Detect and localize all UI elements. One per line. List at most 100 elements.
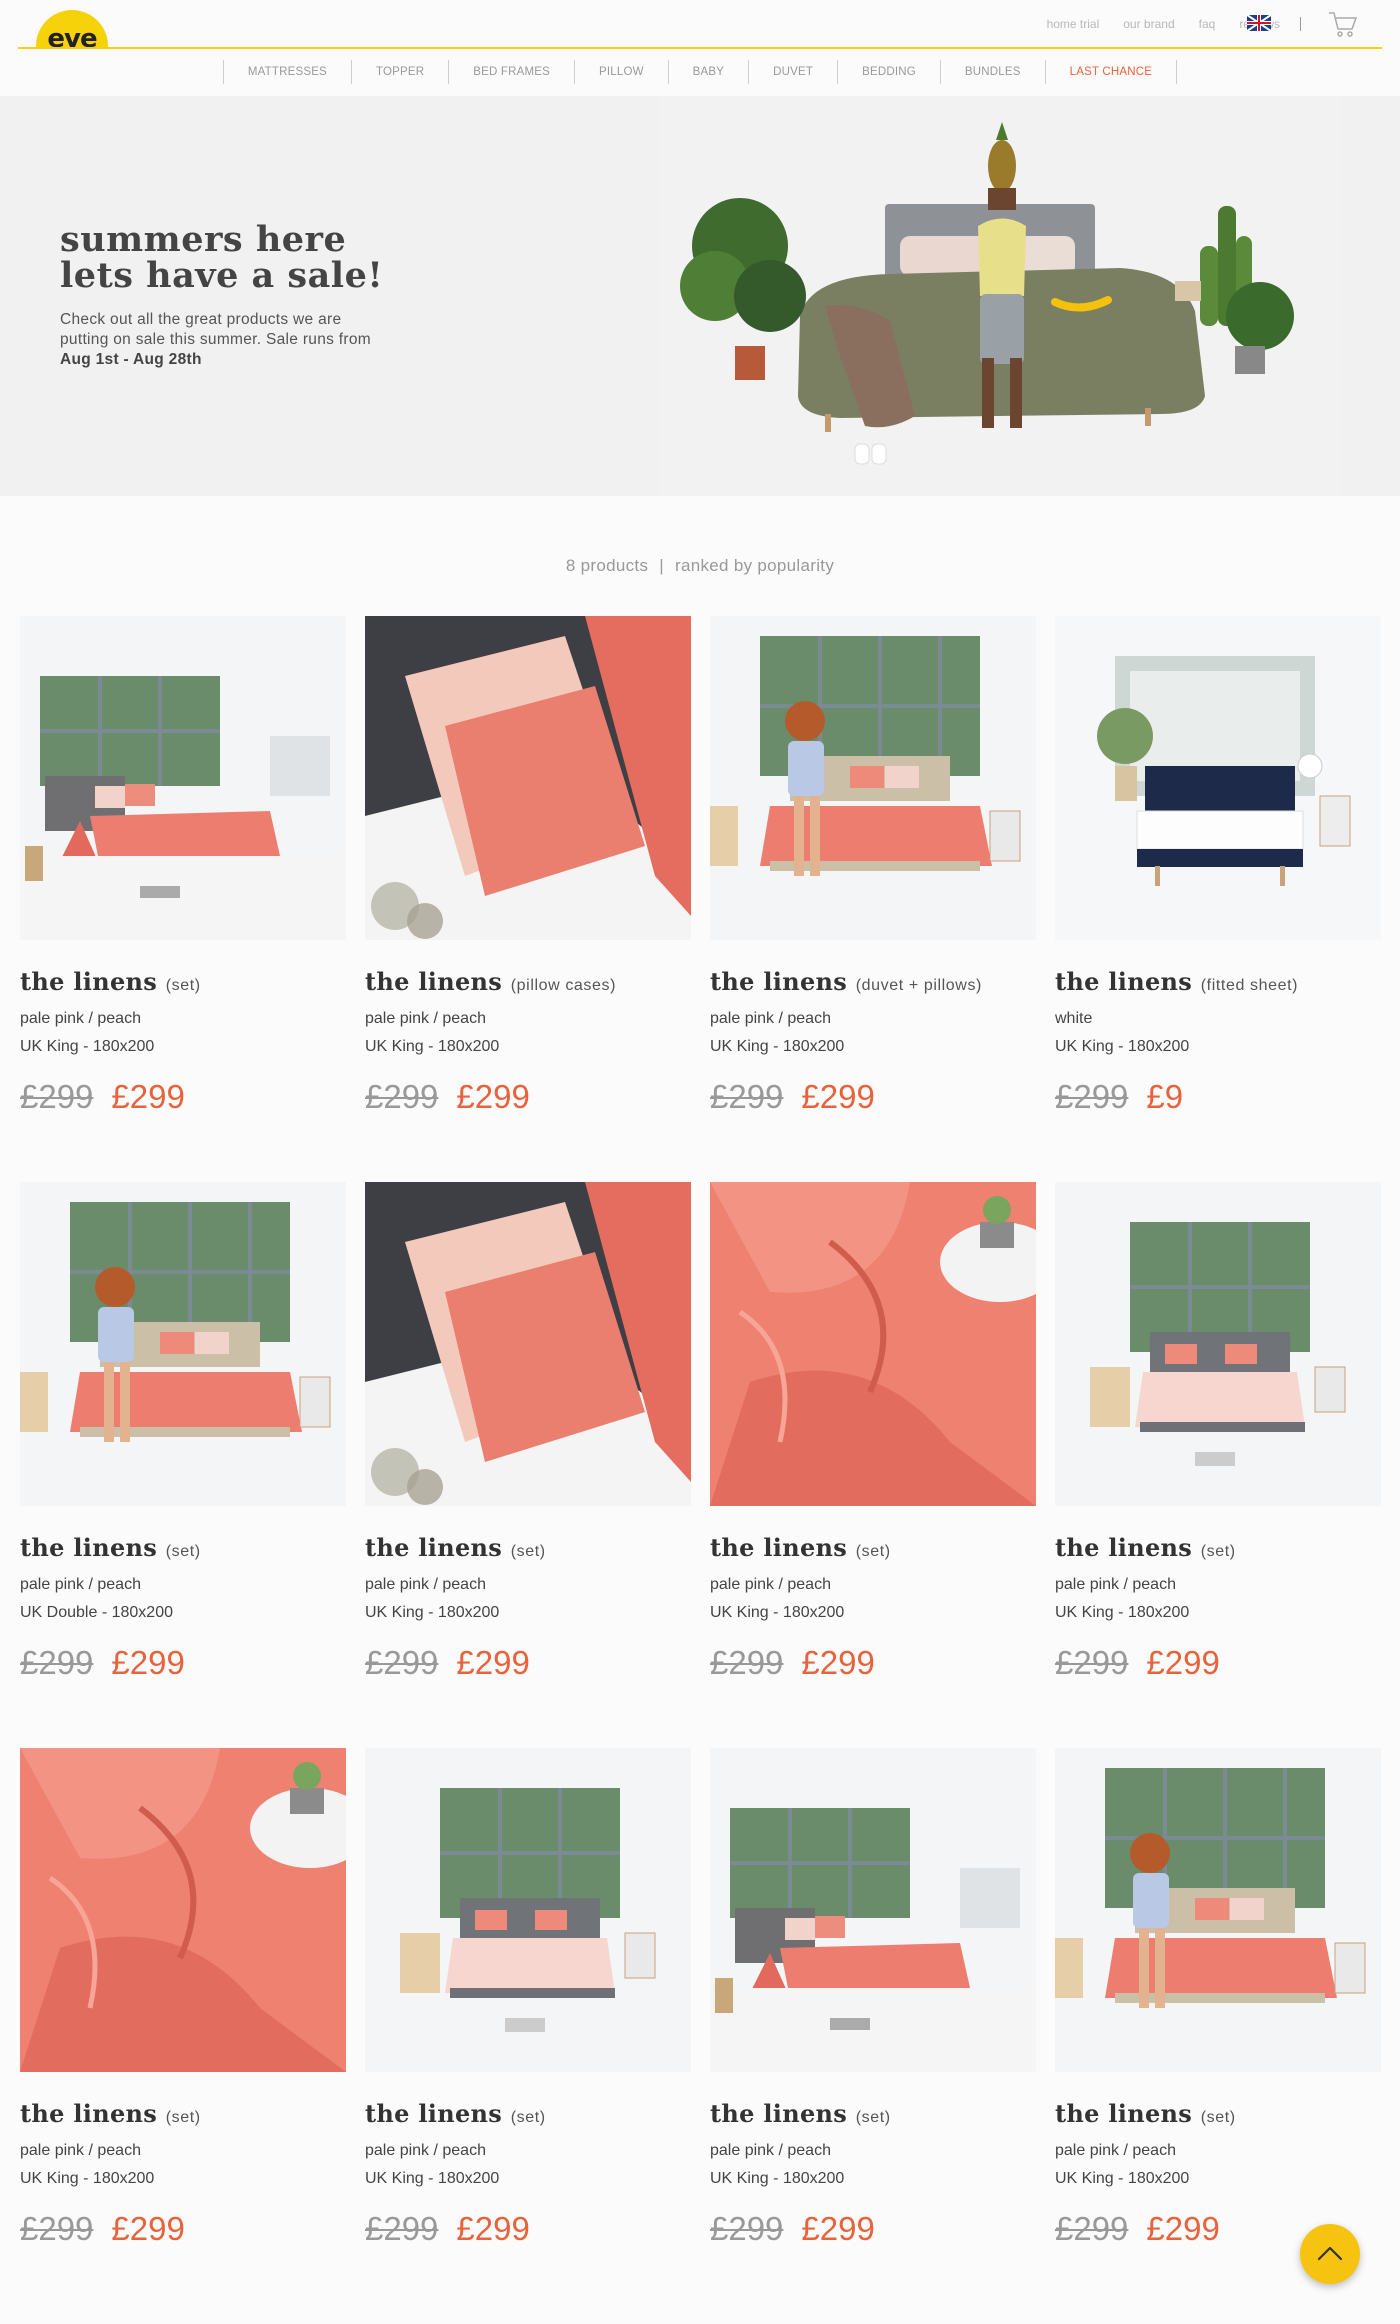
product-image[interactable] — [1055, 1182, 1381, 1506]
product-prices: £299 £299 — [365, 1644, 691, 1682]
sale-price: £299 — [456, 2210, 530, 2247]
sale-price: £299 — [456, 1644, 530, 1681]
product-variant: (set) — [855, 2109, 891, 2126]
product-title[interactable]: the linens (set) — [710, 2099, 1036, 2128]
hero-description: Check out all the great products we are … — [60, 310, 390, 370]
nav-pillow[interactable]: PILLOW — [573, 60, 668, 84]
nav-last-chance[interactable]: LAST CHANCE — [1044, 60, 1178, 84]
product-name: the linens — [20, 967, 158, 996]
product-card[interactable]: the linens (pillow cases) pale pink / pe… — [365, 616, 691, 1116]
nav-baby[interactable]: BABY — [667, 60, 748, 84]
product-title[interactable]: the linens (pillow cases) — [365, 967, 691, 996]
nav-bundles[interactable]: BUNDLES — [939, 60, 1045, 84]
product-name: the linens — [710, 967, 848, 996]
product-size: UK Double - 180x200 — [20, 1604, 173, 1621]
product-prices: £299 £299 — [20, 1078, 346, 1116]
product-size: UK King - 180x200 — [710, 1604, 845, 1621]
brand-logo[interactable]: eve — [36, 10, 108, 48]
nav-bed-frames[interactable]: BED FRAMES — [448, 60, 574, 84]
link-faq[interactable]: faq — [1199, 17, 1216, 31]
sort-order[interactable]: ranked by popularity — [675, 556, 834, 575]
product-size: UK King - 180x200 — [1055, 1604, 1190, 1621]
product-image[interactable] — [20, 616, 346, 940]
product-color: pale pink / peach — [20, 1576, 141, 1593]
product-variant: (pillow cases) — [510, 977, 617, 994]
product-image[interactable] — [20, 1748, 370, 2072]
product-image[interactable] — [1055, 616, 1381, 940]
product-title[interactable]: the linens (set) — [1055, 2099, 1381, 2128]
product-card[interactable]: the linens (set) pale pink / peach UK Ki… — [1055, 1748, 1381, 2248]
scroll-to-top-button[interactable] — [1300, 2224, 1360, 2284]
product-name: the linens — [365, 1533, 503, 1562]
nav-duvet[interactable]: DUVET — [748, 60, 837, 84]
product-count: 8 products — [565, 556, 649, 575]
product-image[interactable] — [365, 616, 691, 940]
product-image[interactable] — [710, 1182, 1060, 1506]
product-color: pale pink / peach — [1055, 1576, 1176, 1593]
uk-flag-icon[interactable] — [1247, 15, 1271, 31]
product-image[interactable] — [365, 1748, 691, 2072]
product-prices: £299 £299 — [710, 2210, 1036, 2248]
sale-price: £299 — [456, 1078, 530, 1115]
product-size: UK King - 180x200 — [20, 2170, 155, 2187]
product-variant: (set) — [1200, 1543, 1236, 1560]
product-title[interactable]: the linens (set) — [20, 967, 346, 996]
product-variant: (fitted sheet) — [1200, 977, 1299, 994]
original-price: £299 — [20, 1078, 94, 1115]
product-card[interactable]: the linens (set) pale pink / peach UK Ki… — [710, 1748, 1036, 2248]
product-image[interactable] — [710, 616, 1036, 940]
product-card[interactable]: the linens (fitted sheet) white UK King … — [1055, 616, 1381, 1116]
link-home-trial[interactable]: home trial — [1047, 17, 1100, 31]
sale-price: £299 — [111, 1644, 185, 1681]
product-image[interactable] — [710, 1748, 1036, 2072]
product-title[interactable]: the linens (set) — [365, 1533, 691, 1562]
product-card[interactable]: the linens (set) pale pink / peach UK Ki… — [710, 1182, 1060, 1682]
product-color: pale pink / peach — [710, 1010, 831, 1027]
product-title[interactable]: the linens (set) — [20, 1533, 346, 1562]
product-title[interactable]: the linens (set) — [365, 2099, 691, 2128]
product-name: the linens — [20, 1533, 158, 1562]
product-card[interactable]: the linens (set) pale pink / peach UK Ki… — [365, 1748, 691, 2248]
link-our-brand[interactable]: our brand — [1123, 17, 1174, 31]
product-name: the linens — [1055, 2099, 1193, 2128]
product-card[interactable]: the linens (set) pale pink / peach UK Ki… — [1055, 1182, 1381, 1682]
product-name: the linens — [20, 2099, 158, 2128]
product-card[interactable]: the linens (set) pale pink / peach UK Ki… — [365, 1182, 691, 1682]
product-card[interactable]: the linens (set) pale pink / peach UK Do… — [20, 1182, 346, 1682]
original-price: £299 — [710, 1644, 784, 1681]
site-header: eve home trial our brand faq reviews MAT… — [0, 0, 1400, 96]
nav-bedding[interactable]: BEDDING — [837, 60, 940, 84]
count-divider: | — [659, 556, 664, 575]
product-title[interactable]: the linens (fitted sheet) — [1055, 967, 1381, 996]
product-card[interactable]: the linens (set) pale pink / peach UK Ki… — [20, 1748, 370, 2248]
hero-title: summers here lets have a sale! — [60, 222, 383, 294]
product-name: the linens — [365, 2099, 503, 2128]
product-image[interactable] — [1055, 1748, 1381, 2072]
product-variant: (set) — [1200, 2109, 1236, 2126]
product-title[interactable]: the linens (set) — [20, 2099, 346, 2128]
product-color: white — [1055, 1010, 1093, 1027]
product-card[interactable]: the linens (set) pale pink / peach UK Ki… — [20, 616, 346, 1116]
product-title[interactable]: the linens (set) — [1055, 1533, 1381, 1562]
product-title[interactable]: the linens (duvet + pillows) — [710, 967, 1036, 996]
nav-mattresses[interactable]: MATTRESSES — [222, 60, 351, 84]
product-title[interactable]: the linens (set) — [710, 1533, 1036, 1562]
sale-price: £299 — [1146, 1644, 1220, 1681]
hero-title-line-1: summers here — [60, 219, 347, 260]
product-name: the linens — [710, 1533, 848, 1562]
original-price: £299 — [710, 1078, 784, 1115]
product-prices: £299 £9 — [1055, 1078, 1381, 1116]
product-image[interactable] — [20, 1182, 346, 1506]
product-card[interactable]: the linens (duvet + pillows) pale pink /… — [710, 616, 1036, 1116]
nav-topper[interactable]: TOPPER — [350, 60, 448, 84]
product-color: pale pink / peach — [365, 2142, 486, 2159]
product-image[interactable] — [365, 1182, 691, 1506]
product-prices: £299 £299 — [20, 2210, 346, 2248]
product-size: UK King - 180x200 — [1055, 2170, 1190, 2187]
sale-price: £299 — [111, 1078, 185, 1115]
sale-price: £299 — [801, 2210, 875, 2247]
product-variant: (set) — [510, 2109, 546, 2126]
product-prices: £299 £299 — [710, 1644, 1036, 1682]
product-variant: (duvet + pillows) — [855, 977, 982, 994]
cart-icon[interactable] — [1328, 10, 1358, 38]
